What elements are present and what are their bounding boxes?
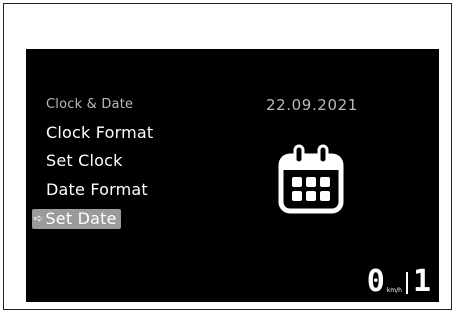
calendar-icon <box>278 144 344 214</box>
status-divider <box>405 272 408 294</box>
gear-indicator: 1 <box>412 264 431 299</box>
arrow-right-icon: ➪ <box>34 212 44 225</box>
menu-item-date-format[interactable]: Date Format <box>46 180 148 199</box>
speed-value: 0 <box>366 264 385 299</box>
status-bar: 0 km/h 1 <box>366 264 431 299</box>
menu-item-set-date-label: Set Date <box>45 209 117 228</box>
menu-item-set-date[interactable]: ➪ Set Date <box>32 209 121 229</box>
speed-unit: km/h <box>386 287 402 294</box>
display-screen: Clock & Date Clock Format Set Clock Date… <box>26 49 439 302</box>
menu-item-set-clock[interactable]: Set Clock <box>46 151 123 170</box>
menu-title: Clock & Date <box>46 97 134 112</box>
current-date-value: 22.09.2021 <box>266 96 358 114</box>
outer-frame: Clock & Date Clock Format Set Clock Date… <box>3 3 452 310</box>
menu-item-clock-format[interactable]: Clock Format <box>46 123 153 142</box>
